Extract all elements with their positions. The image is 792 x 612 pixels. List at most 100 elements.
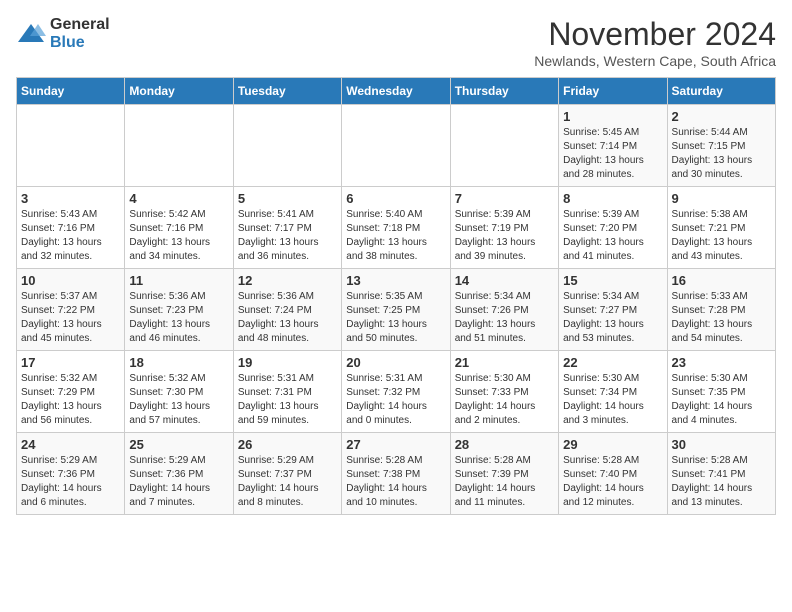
day-info: Sunrise: 5:42 AM Sunset: 7:16 PM Dayligh… bbox=[129, 208, 228, 264]
calendar-cell: 23 Sunrise: 5:30 AM Sunset: 7:35 PM Dayli… bbox=[667, 351, 775, 433]
location-title: Newlands, Western Cape, South Africa bbox=[534, 53, 776, 69]
day-number: 8 bbox=[563, 191, 662, 206]
day-info: Sunrise: 5:36 AM Sunset: 7:24 PM Dayligh… bbox=[238, 290, 337, 346]
day-number: 17 bbox=[21, 355, 120, 370]
day-info: Sunrise: 5:30 AM Sunset: 7:35 PM Dayligh… bbox=[672, 372, 771, 428]
day-header-tuesday: Tuesday bbox=[233, 78, 341, 105]
day-number: 18 bbox=[129, 355, 228, 370]
day-header-sunday: Sunday bbox=[17, 78, 125, 105]
calendar-cell: 9 Sunrise: 5:38 AM Sunset: 7:21 PM Daylig… bbox=[667, 187, 775, 269]
logo-general-text: General bbox=[50, 16, 110, 33]
day-info: Sunrise: 5:28 AM Sunset: 7:41 PM Dayligh… bbox=[672, 454, 771, 510]
day-number: 6 bbox=[346, 191, 445, 206]
calendar-cell: 19Sunrise: 5:31 AM Sunset: 7:31 PM Dayli… bbox=[233, 351, 341, 433]
week-row-1: 1 Sunrise: 5:45 AM Sunset: 7:14 PM Daylig… bbox=[17, 105, 776, 187]
week-row-4: 17 Sunrise: 5:32 AM Sunset: 7:29 PM Dayli… bbox=[17, 351, 776, 433]
page-header: General Blue November 2024 Newlands, Wes… bbox=[16, 16, 776, 69]
calendar-cell bbox=[125, 105, 233, 187]
calendar-cell: 17 Sunrise: 5:32 AM Sunset: 7:29 PM Dayli… bbox=[17, 351, 125, 433]
calendar-cell: 2Sunrise: 5:44 AM Sunset: 7:15 PM Daylig… bbox=[667, 105, 775, 187]
day-info: Sunrise: 5:39 AM Sunset: 7:20 PM Dayligh… bbox=[563, 208, 662, 264]
day-info: Sunrise: 5:28 AM Sunset: 7:40 PM Dayligh… bbox=[563, 454, 662, 510]
day-info: Sunrise: 5:45 AM Sunset: 7:14 PM Dayligh… bbox=[563, 126, 662, 182]
calendar-cell: 7 Sunrise: 5:39 AM Sunset: 7:19 PM Daylig… bbox=[450, 187, 558, 269]
calendar-cell: 6 Sunrise: 5:40 AM Sunset: 7:18 PM Daylig… bbox=[342, 187, 450, 269]
calendar-cell: 8 Sunrise: 5:39 AM Sunset: 7:20 PM Daylig… bbox=[559, 187, 667, 269]
day-number: 13 bbox=[346, 273, 445, 288]
day-info: Sunrise: 5:44 AM Sunset: 7:15 PM Dayligh… bbox=[672, 126, 771, 182]
day-info: Sunrise: 5:29 AM Sunset: 7:37 PM Dayligh… bbox=[238, 454, 337, 510]
calendar-cell: 21Sunrise: 5:30 AM Sunset: 7:33 PM Dayli… bbox=[450, 351, 558, 433]
week-row-3: 10 Sunrise: 5:37 AM Sunset: 7:22 PM Dayli… bbox=[17, 269, 776, 351]
calendar-cell: 5Sunrise: 5:41 AM Sunset: 7:17 PM Daylig… bbox=[233, 187, 341, 269]
calendar-cell: 29 Sunrise: 5:28 AM Sunset: 7:40 PM Dayli… bbox=[559, 433, 667, 515]
day-info: Sunrise: 5:32 AM Sunset: 7:30 PM Dayligh… bbox=[129, 372, 228, 428]
day-number: 23 bbox=[672, 355, 771, 370]
day-number: 1 bbox=[563, 109, 662, 124]
day-number: 25 bbox=[129, 437, 228, 452]
day-info: Sunrise: 5:40 AM Sunset: 7:18 PM Dayligh… bbox=[346, 208, 445, 264]
day-number: 10 bbox=[21, 273, 120, 288]
day-info: Sunrise: 5:37 AM Sunset: 7:22 PM Dayligh… bbox=[21, 290, 120, 346]
day-header-wednesday: Wednesday bbox=[342, 78, 450, 105]
day-number: 30 bbox=[672, 437, 771, 452]
calendar-cell: 15Sunrise: 5:34 AM Sunset: 7:27 PM Dayli… bbox=[559, 269, 667, 351]
day-number: 20 bbox=[346, 355, 445, 370]
day-info: Sunrise: 5:32 AM Sunset: 7:29 PM Dayligh… bbox=[21, 372, 120, 428]
day-number: 29 bbox=[563, 437, 662, 452]
calendar-cell bbox=[17, 105, 125, 187]
day-info: Sunrise: 5:33 AM Sunset: 7:28 PM Dayligh… bbox=[672, 290, 771, 346]
calendar-table: SundayMondayTuesdayWednesdayThursdayFrid… bbox=[16, 77, 776, 515]
header-row: SundayMondayTuesdayWednesdayThursdayFrid… bbox=[17, 78, 776, 105]
logo: General Blue bbox=[16, 16, 110, 52]
day-info: Sunrise: 5:30 AM Sunset: 7:33 PM Dayligh… bbox=[455, 372, 554, 428]
calendar-cell: 26Sunrise: 5:29 AM Sunset: 7:37 PM Dayli… bbox=[233, 433, 341, 515]
day-info: Sunrise: 5:28 AM Sunset: 7:38 PM Dayligh… bbox=[346, 454, 445, 510]
calendar-cell: 1 Sunrise: 5:45 AM Sunset: 7:14 PM Daylig… bbox=[559, 105, 667, 187]
calendar-cell: 11 Sunrise: 5:36 AM Sunset: 7:23 PM Dayli… bbox=[125, 269, 233, 351]
day-number: 9 bbox=[672, 191, 771, 206]
day-info: Sunrise: 5:43 AM Sunset: 7:16 PM Dayligh… bbox=[21, 208, 120, 264]
day-header-thursday: Thursday bbox=[450, 78, 558, 105]
day-info: Sunrise: 5:31 AM Sunset: 7:32 PM Dayligh… bbox=[346, 372, 445, 428]
day-number: 3 bbox=[21, 191, 120, 206]
calendar-cell: 28Sunrise: 5:28 AM Sunset: 7:39 PM Dayli… bbox=[450, 433, 558, 515]
day-info: Sunrise: 5:34 AM Sunset: 7:26 PM Dayligh… bbox=[455, 290, 554, 346]
calendar-cell: 3 Sunrise: 5:43 AM Sunset: 7:16 PM Daylig… bbox=[17, 187, 125, 269]
day-info: Sunrise: 5:35 AM Sunset: 7:25 PM Dayligh… bbox=[346, 290, 445, 346]
day-header-saturday: Saturday bbox=[667, 78, 775, 105]
calendar-cell: 30 Sunrise: 5:28 AM Sunset: 7:41 PM Dayli… bbox=[667, 433, 775, 515]
calendar-cell: 25Sunrise: 5:29 AM Sunset: 7:36 PM Dayli… bbox=[125, 433, 233, 515]
day-info: Sunrise: 5:31 AM Sunset: 7:31 PM Dayligh… bbox=[238, 372, 337, 428]
calendar-cell: 20 Sunrise: 5:31 AM Sunset: 7:32 PM Dayli… bbox=[342, 351, 450, 433]
calendar-cell bbox=[450, 105, 558, 187]
calendar-cell: 18 Sunrise: 5:32 AM Sunset: 7:30 PM Dayli… bbox=[125, 351, 233, 433]
day-number: 24 bbox=[21, 437, 120, 452]
day-header-friday: Friday bbox=[559, 78, 667, 105]
calendar-cell: 24Sunrise: 5:29 AM Sunset: 7:36 PM Dayli… bbox=[17, 433, 125, 515]
day-number: 4 bbox=[129, 191, 228, 206]
day-number: 14 bbox=[455, 273, 554, 288]
day-number: 22 bbox=[563, 355, 662, 370]
calendar-cell: 4 Sunrise: 5:42 AM Sunset: 7:16 PM Daylig… bbox=[125, 187, 233, 269]
calendar-cell: 16 Sunrise: 5:33 AM Sunset: 7:28 PM Dayli… bbox=[667, 269, 775, 351]
day-info: Sunrise: 5:28 AM Sunset: 7:39 PM Dayligh… bbox=[455, 454, 554, 510]
calendar-cell: 22Sunrise: 5:30 AM Sunset: 7:34 PM Dayli… bbox=[559, 351, 667, 433]
calendar-cell: 13 Sunrise: 5:35 AM Sunset: 7:25 PM Dayli… bbox=[342, 269, 450, 351]
month-title: November 2024 bbox=[534, 16, 776, 53]
day-number: 27 bbox=[346, 437, 445, 452]
day-number: 16 bbox=[672, 273, 771, 288]
day-header-monday: Monday bbox=[125, 78, 233, 105]
day-info: Sunrise: 5:36 AM Sunset: 7:23 PM Dayligh… bbox=[129, 290, 228, 346]
logo-icon bbox=[16, 22, 46, 46]
calendar-cell: 10 Sunrise: 5:37 AM Sunset: 7:22 PM Dayli… bbox=[17, 269, 125, 351]
logo-blue-text: Blue bbox=[50, 34, 85, 51]
title-section: November 2024 Newlands, Western Cape, So… bbox=[534, 16, 776, 69]
day-info: Sunrise: 5:38 AM Sunset: 7:21 PM Dayligh… bbox=[672, 208, 771, 264]
week-row-2: 3 Sunrise: 5:43 AM Sunset: 7:16 PM Daylig… bbox=[17, 187, 776, 269]
day-number: 11 bbox=[129, 273, 228, 288]
day-info: Sunrise: 5:34 AM Sunset: 7:27 PM Dayligh… bbox=[563, 290, 662, 346]
day-number: 7 bbox=[455, 191, 554, 206]
day-info: Sunrise: 5:39 AM Sunset: 7:19 PM Dayligh… bbox=[455, 208, 554, 264]
calendar-cell: 27 Sunrise: 5:28 AM Sunset: 7:38 PM Dayli… bbox=[342, 433, 450, 515]
